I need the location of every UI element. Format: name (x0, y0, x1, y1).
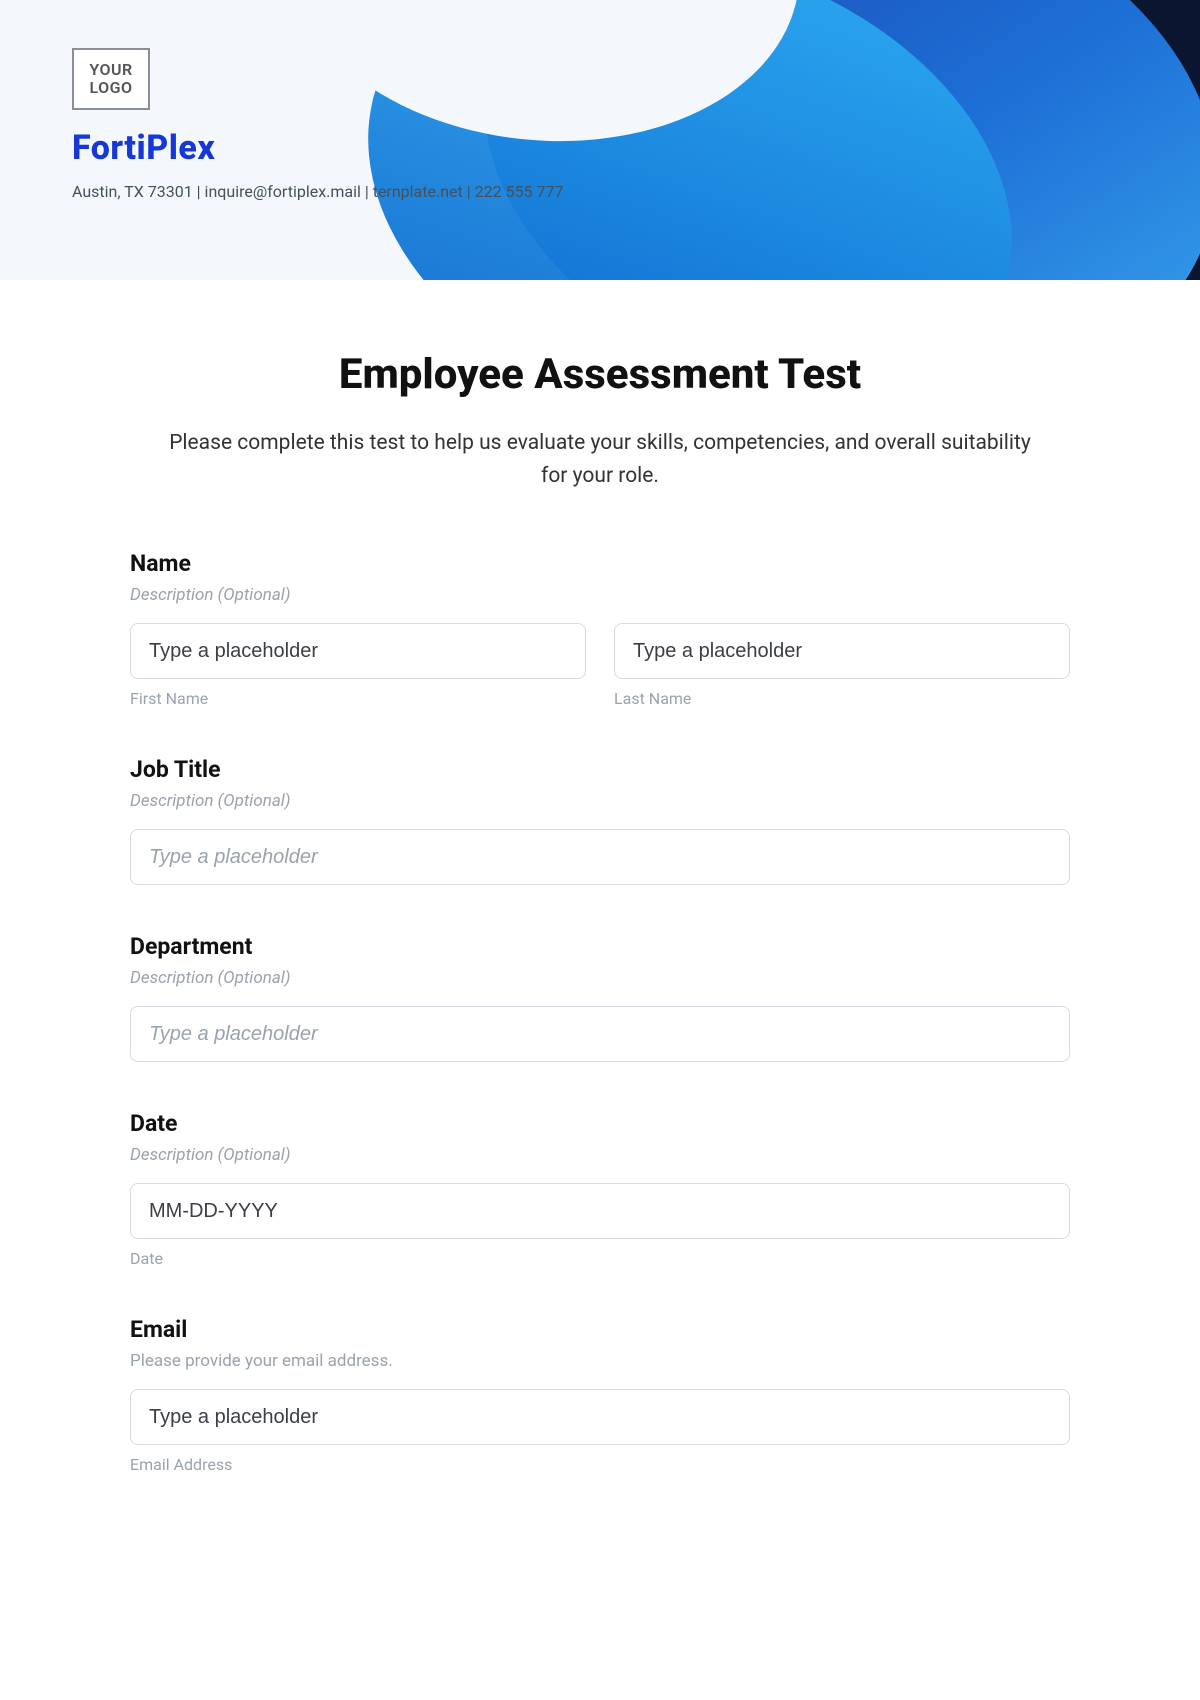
field-email-desc: Please provide your email address. (130, 1351, 1070, 1371)
brand-meta: Austin, TX 73301 | inquire@fortiplex.mai… (72, 182, 1200, 201)
field-date: Date Description (Optional) Date (130, 1110, 1070, 1268)
page-title: Employee Assessment Test (130, 350, 1070, 399)
page-intro: Please complete this test to help us eva… (160, 427, 1040, 492)
logo-text: YOUR LOGO (89, 61, 132, 98)
department-input[interactable] (130, 1006, 1070, 1062)
field-name-desc: Description (Optional) (130, 585, 1070, 605)
logo-placeholder: YOUR LOGO (72, 48, 150, 110)
header-band: YOUR LOGO FortiPlex Austin, TX 73301 | i… (0, 0, 1200, 280)
field-date-desc: Description (Optional) (130, 1145, 1070, 1165)
field-name-label: Name (130, 550, 1070, 577)
form-content: Employee Assessment Test Please complete… (0, 280, 1200, 1474)
last-name-input[interactable] (614, 623, 1070, 679)
email-input[interactable] (130, 1389, 1070, 1445)
last-name-sublabel: Last Name (614, 689, 1070, 708)
field-job-title: Job Title Description (Optional) (130, 756, 1070, 885)
field-job-desc: Description (Optional) (130, 791, 1070, 811)
email-sublabel: Email Address (130, 1455, 1070, 1474)
field-name: Name Description (Optional) First Name L… (130, 550, 1070, 708)
first-name-sublabel: First Name (130, 689, 586, 708)
field-dept-label: Department (130, 933, 1070, 960)
date-sublabel: Date (130, 1249, 1070, 1268)
field-dept-desc: Description (Optional) (130, 968, 1070, 988)
brand-name: FortiPlex (72, 128, 1200, 168)
brand-block: YOUR LOGO FortiPlex Austin, TX 73301 | i… (0, 0, 1200, 201)
field-email-label: Email (130, 1316, 1070, 1343)
date-input[interactable] (130, 1183, 1070, 1239)
field-email: Email Please provide your email address.… (130, 1316, 1070, 1474)
job-title-input[interactable] (130, 829, 1070, 885)
first-name-input[interactable] (130, 623, 586, 679)
field-department: Department Description (Optional) (130, 933, 1070, 1062)
field-job-label: Job Title (130, 756, 1070, 783)
field-date-label: Date (130, 1110, 1070, 1137)
